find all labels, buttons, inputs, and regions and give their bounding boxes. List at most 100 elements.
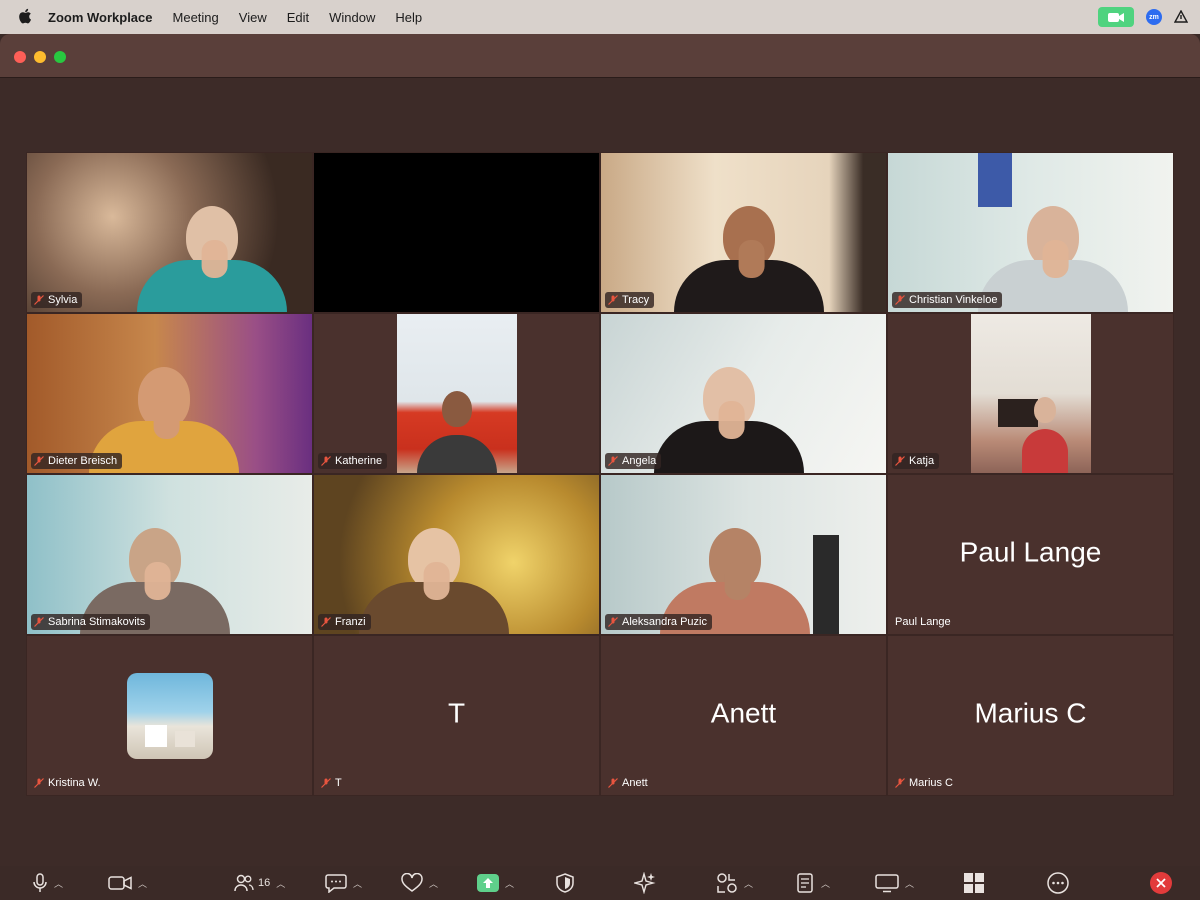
menu-help[interactable]: Help bbox=[395, 10, 422, 25]
muted-mic-icon bbox=[321, 778, 331, 788]
heart-icon bbox=[401, 873, 423, 892]
video-tile[interactable]: Sabrina Stimakovits bbox=[26, 474, 313, 635]
view-button[interactable] bbox=[963, 870, 985, 896]
participant-nametag: Katja bbox=[892, 453, 940, 469]
participants-icon bbox=[234, 874, 254, 892]
chevron-up-icon[interactable]: ︿ bbox=[821, 877, 830, 890]
chevron-up-icon[interactable]: ︿ bbox=[138, 877, 147, 890]
participant-name: Kristina W. bbox=[48, 777, 101, 789]
participant-nametag: Anett bbox=[605, 775, 653, 791]
ai-companion-button[interactable] bbox=[634, 870, 656, 896]
apps-button[interactable]: ︿ bbox=[716, 870, 753, 896]
shield-icon bbox=[556, 873, 574, 893]
participant-figure bbox=[416, 373, 497, 473]
chat-button[interactable]: ︿ bbox=[325, 870, 362, 896]
participant-nametag: Kristina W. bbox=[31, 775, 106, 791]
participant-name: T bbox=[335, 777, 342, 789]
macos-menu-bar: Zoom Workplace Meeting View Edit Window … bbox=[0, 0, 1200, 34]
participant-nametag: Franzi bbox=[318, 614, 371, 630]
participants-button[interactable]: 16 ︿ bbox=[234, 870, 285, 896]
video-tile[interactable]: Christian Vinkeloe bbox=[887, 152, 1174, 313]
muted-mic-icon bbox=[34, 456, 44, 466]
apple-icon[interactable] bbox=[18, 8, 34, 27]
video-tile-camera-off[interactable]: T T bbox=[313, 635, 600, 796]
participant-display-name: Anett bbox=[710, 696, 777, 728]
participant-name: Angela bbox=[622, 455, 657, 467]
video-tile-camera-off[interactable]: Marius C Marius C bbox=[887, 635, 1174, 796]
participant-nametag: Paul Lange bbox=[892, 614, 956, 630]
video-tile[interactable]: Franzi bbox=[313, 474, 600, 635]
minimize-window-button[interactable] bbox=[34, 51, 46, 63]
chevron-up-icon[interactable]: ︿ bbox=[905, 877, 914, 890]
video-button[interactable]: ︿ bbox=[108, 870, 147, 896]
share-button[interactable]: ︿ bbox=[477, 870, 514, 896]
participant-name: Dieter Breisch bbox=[48, 455, 118, 467]
muted-mic-icon bbox=[608, 617, 618, 627]
video-tile[interactable]: Katja bbox=[887, 313, 1174, 474]
video-tile[interactable]: Aleksandra Puzic bbox=[600, 474, 887, 635]
video-tile-blank[interactable] bbox=[313, 152, 600, 313]
chevron-up-icon[interactable]: ︿ bbox=[744, 877, 753, 890]
participant-name: Sylvia bbox=[48, 294, 78, 306]
participant-figure bbox=[674, 182, 825, 312]
participant-figure bbox=[88, 343, 239, 473]
video-tile-camera-off[interactable]: Kristina W. bbox=[26, 635, 313, 796]
participant-name: Tracy bbox=[622, 294, 650, 306]
grid-view-icon bbox=[964, 873, 984, 893]
participant-nametag: Sabrina Stimakovits bbox=[31, 614, 151, 630]
notes-icon bbox=[797, 873, 813, 893]
sparkle-icon bbox=[634, 872, 656, 894]
menu-meeting[interactable]: Meeting bbox=[173, 10, 219, 25]
video-tile[interactable]: Katherine bbox=[313, 313, 600, 474]
muted-mic-icon bbox=[608, 456, 618, 466]
chevron-up-icon[interactable]: ︿ bbox=[429, 877, 438, 890]
audio-button[interactable]: ︿ bbox=[32, 870, 63, 896]
video-tile[interactable]: Tracy bbox=[600, 152, 887, 313]
host-tools-button[interactable] bbox=[556, 870, 574, 896]
menu-app-name[interactable]: Zoom Workplace bbox=[48, 10, 153, 25]
chevron-up-icon[interactable]: ︿ bbox=[353, 877, 362, 890]
participant-name: Franzi bbox=[335, 616, 366, 628]
video-tile-camera-off[interactable]: Anett Anett bbox=[600, 635, 887, 796]
muted-mic-icon bbox=[34, 295, 44, 305]
zoom-menubar-icon[interactable]: zm bbox=[1146, 9, 1162, 25]
camera-status-icon[interactable] bbox=[1098, 7, 1134, 27]
participant-nametag: T bbox=[318, 775, 347, 791]
participant-nametag: Dieter Breisch bbox=[31, 453, 123, 469]
chevron-up-icon[interactable]: ︿ bbox=[276, 877, 285, 890]
hanging-jacket bbox=[813, 535, 839, 634]
zoom-window-button[interactable] bbox=[54, 51, 66, 63]
more-button[interactable] bbox=[1047, 870, 1069, 896]
chevron-up-icon[interactable]: ︿ bbox=[505, 877, 514, 890]
video-tile[interactable]: Sylvia bbox=[26, 152, 313, 313]
end-meeting-button[interactable] bbox=[1150, 870, 1172, 896]
video-tile[interactable]: Angela bbox=[600, 313, 887, 474]
end-call-icon bbox=[1150, 872, 1172, 894]
menu-view[interactable]: View bbox=[239, 10, 267, 25]
participant-nametag: Angela bbox=[605, 453, 662, 469]
menu-window[interactable]: Window bbox=[329, 10, 375, 25]
chat-icon bbox=[325, 874, 347, 893]
video-tile[interactable]: Dieter Breisch bbox=[26, 313, 313, 474]
more-options-icon bbox=[1047, 872, 1069, 894]
chevron-up-icon[interactable]: ︿ bbox=[54, 877, 63, 890]
muted-mic-icon bbox=[321, 456, 331, 466]
participant-figure bbox=[137, 182, 288, 312]
participant-nametag: Tracy bbox=[605, 292, 655, 308]
participant-figure bbox=[654, 343, 805, 473]
muted-mic-icon bbox=[895, 778, 905, 788]
control-center-icon[interactable] bbox=[1173, 9, 1189, 24]
video-tile-camera-off[interactable]: Paul Lange Paul Lange bbox=[887, 474, 1174, 635]
close-window-button[interactable] bbox=[14, 51, 26, 63]
share-screen-icon bbox=[477, 874, 499, 892]
gallery-view-grid: Sylvia Tracy Christian Vinkeloe Dieter B… bbox=[26, 152, 1174, 796]
muted-mic-icon bbox=[895, 295, 905, 305]
react-button[interactable]: ︿ bbox=[401, 870, 438, 896]
participant-name: Aleksandra Puzic bbox=[622, 616, 707, 628]
participant-figure bbox=[358, 504, 509, 634]
participant-name: Katja bbox=[909, 455, 935, 467]
participant-name: Marius C bbox=[909, 777, 954, 789]
share-display-button[interactable]: ︿ bbox=[875, 870, 914, 896]
menu-edit[interactable]: Edit bbox=[287, 10, 309, 25]
notes-button[interactable]: ︿ bbox=[797, 870, 830, 896]
